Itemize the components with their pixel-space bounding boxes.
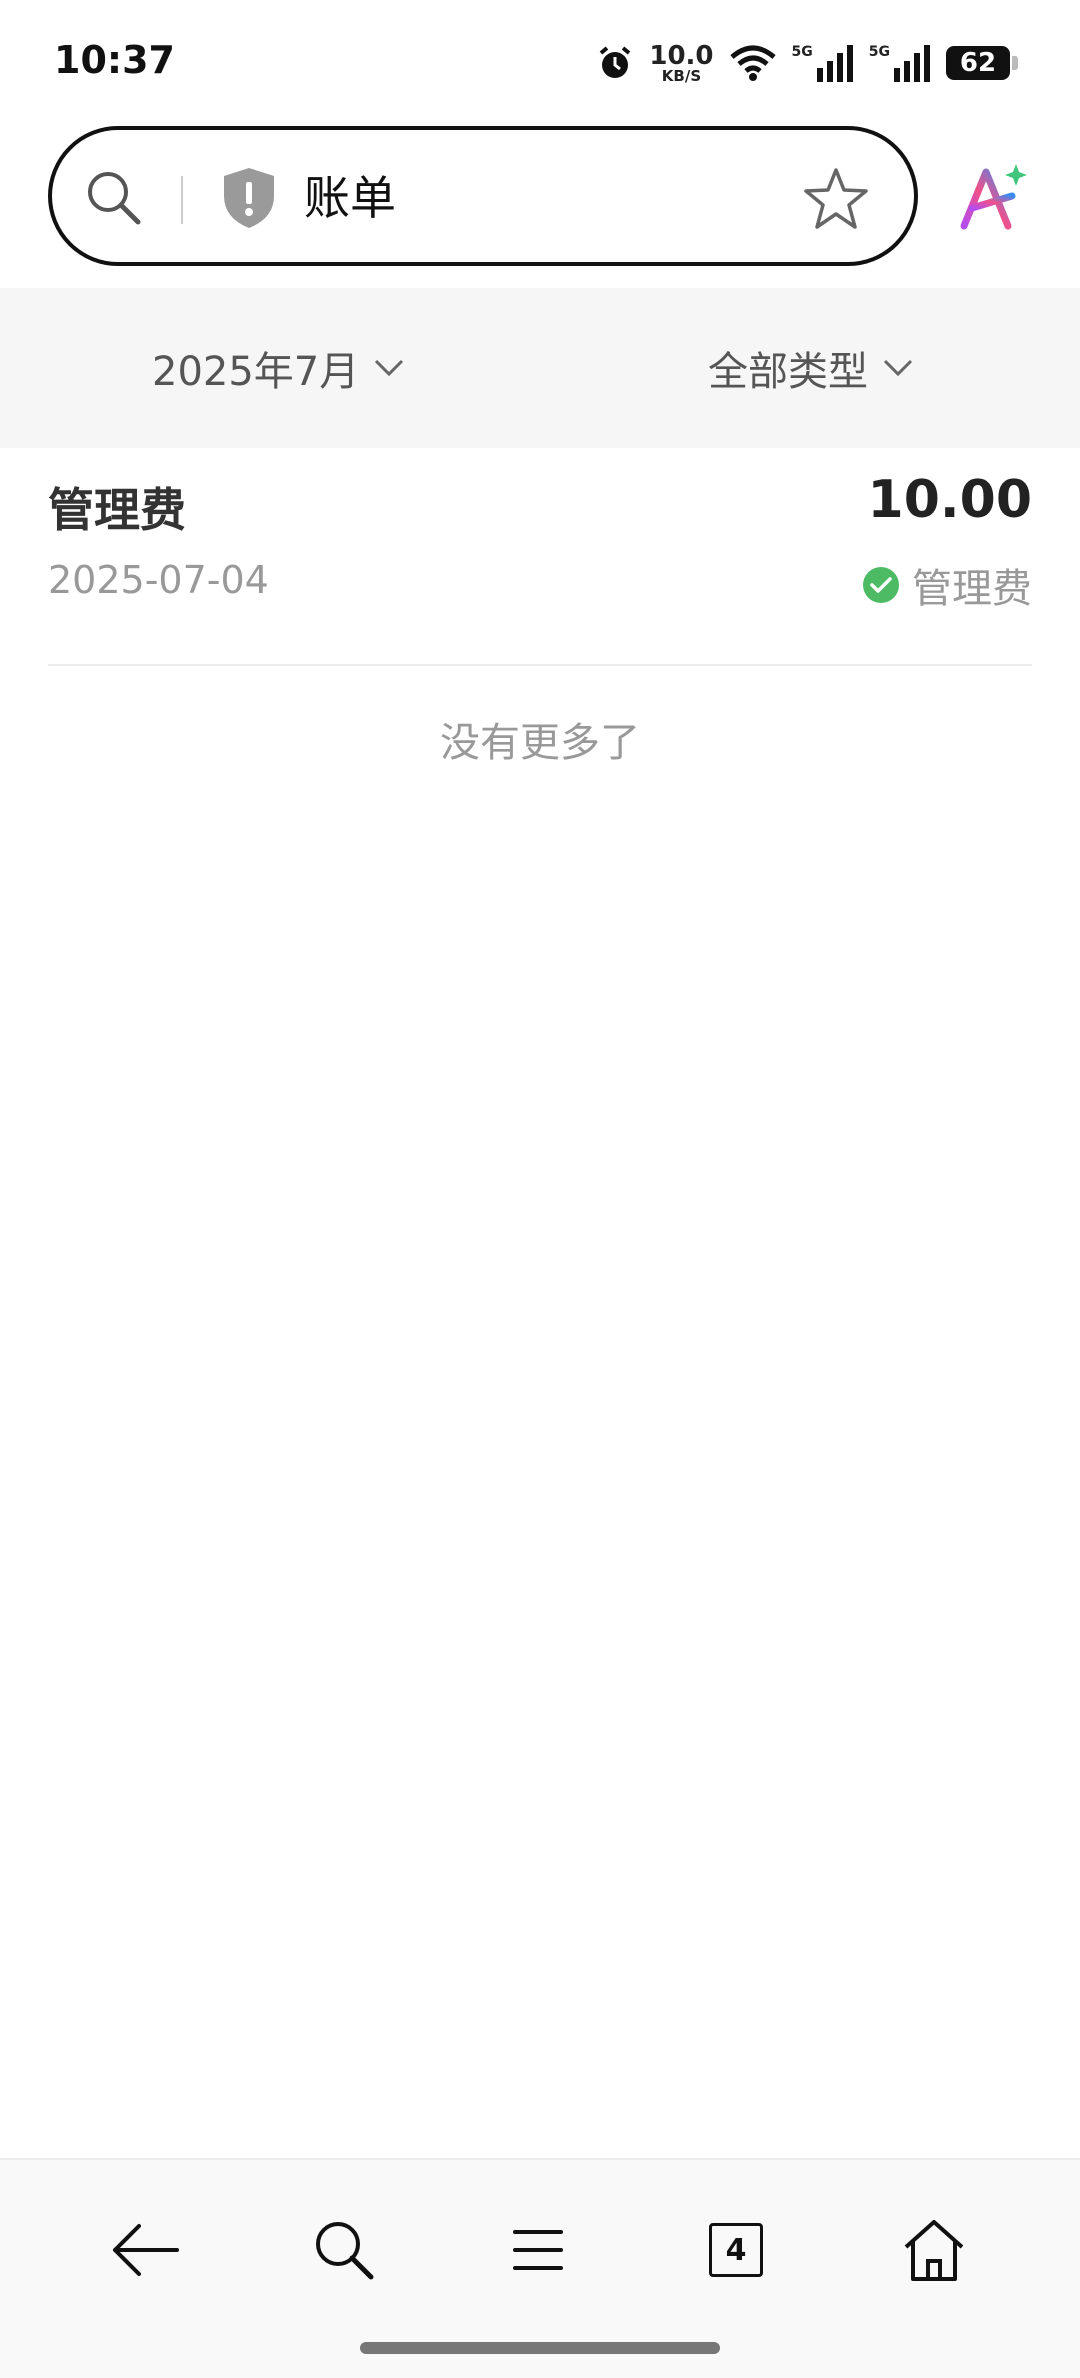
search-query-text[interactable]: 账单 — [304, 166, 396, 230]
battery-level: 62 — [959, 48, 997, 78]
chevron-down-icon — [375, 359, 404, 377]
search-bar[interactable]: 账单 — [48, 126, 918, 266]
bill-amount: 10.00 — [867, 470, 1032, 530]
bill-status-label: 管理费 — [912, 566, 1032, 612]
list-end-text: 没有更多了 — [440, 720, 640, 766]
bill-list-item[interactable]: 管理费 10.00 2025-07-04 管理费 — [48, 448, 1032, 666]
bill-date: 2025-07-04 — [48, 558, 269, 602]
search-divider — [181, 176, 183, 224]
net-speed-value: 10.0 — [649, 40, 714, 71]
back-arrow-icon — [113, 2224, 179, 2276]
bill-title: 管理费 — [48, 483, 186, 537]
signal-1-label: 5G — [791, 44, 813, 60]
search-icon — [316, 2222, 374, 2280]
home-button[interactable] — [894, 2210, 974, 2290]
signal-2-label: 5G — [868, 44, 890, 60]
search-icon[interactable] — [82, 166, 146, 230]
bill-status: 管理费 — [862, 556, 1032, 614]
ai-assistant-icon[interactable] — [956, 160, 1030, 234]
signal-bars-icon — [894, 45, 930, 82]
tabs-icon: 4 — [709, 2223, 763, 2277]
star-icon[interactable] — [802, 166, 870, 230]
type-filter[interactable]: 全部类型 — [708, 288, 914, 448]
battery-indicator: 62 — [946, 46, 1018, 80]
signal-2: 5G — [869, 44, 932, 82]
home-icon — [904, 2220, 964, 2281]
status-time: 10:37 — [54, 38, 175, 82]
status-bar: 10:37 10.0 KB/S 5G 5G 62 — [0, 0, 1080, 120]
menu-button[interactable] — [498, 2210, 578, 2290]
network-speed: 10.0 KB/S — [649, 43, 713, 84]
tabs-button[interactable]: 4 — [696, 2210, 776, 2290]
back-button[interactable] — [106, 2210, 186, 2290]
month-filter-label: 2025年7月 — [152, 349, 360, 395]
signal-1: 5G — [792, 44, 855, 82]
type-filter-label: 全部类型 — [708, 349, 868, 395]
menu-icon — [513, 2230, 563, 2270]
alarm-icon — [600, 46, 631, 78]
filter-bar: 2025年7月 全部类型 — [0, 288, 1080, 448]
check-circle-icon — [863, 567, 899, 603]
home-indicator[interactable] — [360, 2342, 720, 2354]
chevron-down-icon — [883, 359, 913, 377]
tab-count: 4 — [725, 2232, 747, 2268]
shield-warning-icon[interactable] — [220, 166, 278, 230]
wifi-icon — [729, 45, 776, 81]
search-button[interactable] — [304, 2210, 384, 2290]
status-icons: 10.0 KB/S 5G 5G 62 — [595, 38, 1018, 88]
net-speed-unit: KB/S — [661, 66, 702, 85]
signal-bars-icon — [816, 45, 853, 82]
month-filter[interactable]: 2025年7月 — [152, 288, 405, 448]
